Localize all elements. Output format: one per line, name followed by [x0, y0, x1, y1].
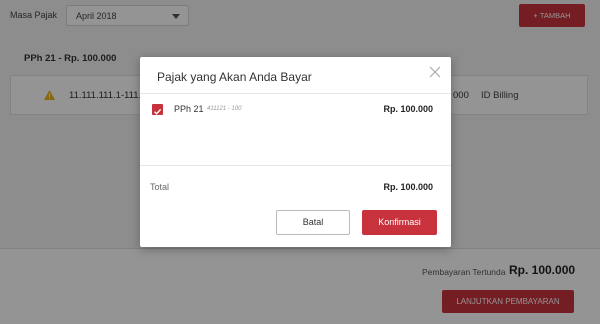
modal-title: Pajak yang Akan Anda Bayar [157, 70, 312, 84]
tax-item-code: 411121 - 100 [207, 106, 242, 112]
confirm-payment-modal: Pajak yang Akan Anda Bayar PPh 21 411121… [140, 57, 451, 247]
tax-item-checkbox[interactable] [152, 104, 163, 115]
cancel-button[interactable]: Batal [276, 210, 350, 235]
checkmark-icon [154, 108, 162, 115]
close-icon[interactable] [429, 66, 441, 78]
modal-divider [140, 165, 451, 166]
tax-item-row: PPh 21 411121 - 100 Rp. 100.000 [140, 94, 451, 122]
confirm-button[interactable]: Konfirmasi [362, 210, 437, 235]
tax-item-amount: Rp. 100.000 [383, 104, 433, 114]
total-label: Total [150, 182, 170, 192]
tax-item-name: PPh 21 [174, 104, 204, 114]
total-amount: Rp. 100.000 [383, 182, 433, 192]
